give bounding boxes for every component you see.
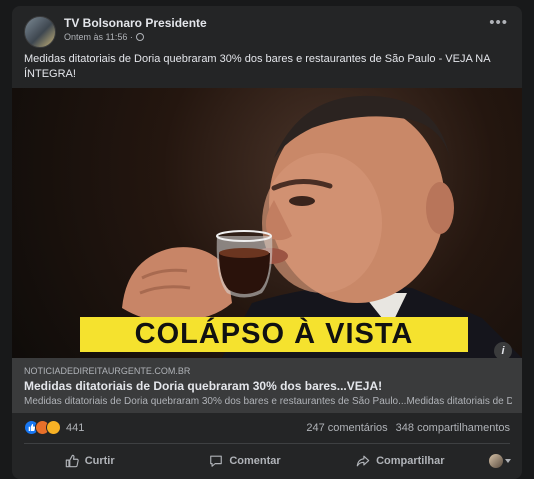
audience-selector[interactable] — [478, 446, 522, 476]
comment-icon — [210, 455, 223, 467]
comment-share-counts: 247 comentários 348 compartilhamentos — [306, 422, 510, 434]
post-image[interactable]: COLÁPSO À VISTA i — [12, 88, 522, 358]
reactions-summary[interactable]: 441 — [24, 420, 84, 435]
chevron-down-icon — [504, 459, 511, 463]
post-actions: Curtir Comentar Compartilhar — [12, 446, 522, 476]
post-header: TV Bolsonaro Presidente Ontem às 11:56 ·… — [12, 6, 522, 50]
user-avatar — [488, 454, 503, 468]
post-meta: Ontem às 11:56 · — [64, 32, 144, 42]
share-label: Compartilhar — [376, 455, 445, 467]
post-timestamp[interactable]: Ontem às 11:56 · — [64, 32, 133, 42]
divider — [24, 443, 510, 444]
share-icon — [356, 455, 370, 467]
like-label: Curtir — [84, 455, 115, 467]
page-avatar[interactable] — [24, 16, 56, 48]
globe-icon — [135, 33, 144, 41]
comment-button[interactable]: Comentar — [167, 446, 322, 476]
link-title[interactable]: Medidas ditatoriais de Doria quebraram 3… — [24, 379, 382, 393]
comments-count[interactable]: 247 comentários — [306, 422, 387, 434]
link-domain: NOTICIADEDIREITAURGENTE.COM.BR — [24, 366, 191, 376]
reaction-count: 441 — [66, 421, 85, 434]
more-options-icon[interactable]: ••• — [489, 15, 508, 30]
like-button[interactable]: Curtir — [12, 446, 167, 476]
link-preview[interactable]: NOTICIADEDIREITAURGENTE.COM.BR Medidas d… — [12, 358, 522, 413]
image-banner: COLÁPSO À VISTA — [80, 317, 468, 352]
share-button[interactable]: Compartilhar — [323, 446, 478, 476]
info-icon[interactable]: i — [494, 342, 512, 358]
comment-label: Comentar — [229, 455, 281, 467]
page-name[interactable]: TV Bolsonaro Presidente — [64, 16, 207, 30]
post-caption: Medidas ditatoriais de Doria quebraram 3… — [24, 53, 490, 80]
facebook-post: TV Bolsonaro Presidente Ontem às 11:56 ·… — [12, 6, 522, 479]
sad-reaction-icon — [46, 420, 61, 435]
engagement-stats: 441 247 comentários 348 compartilhamento… — [12, 418, 522, 438]
link-description: Medidas ditatoriais de Doria quebraram 3… — [24, 396, 512, 407]
shares-count[interactable]: 348 compartilhamentos — [396, 422, 510, 434]
thumbs-up-icon — [65, 454, 79, 468]
